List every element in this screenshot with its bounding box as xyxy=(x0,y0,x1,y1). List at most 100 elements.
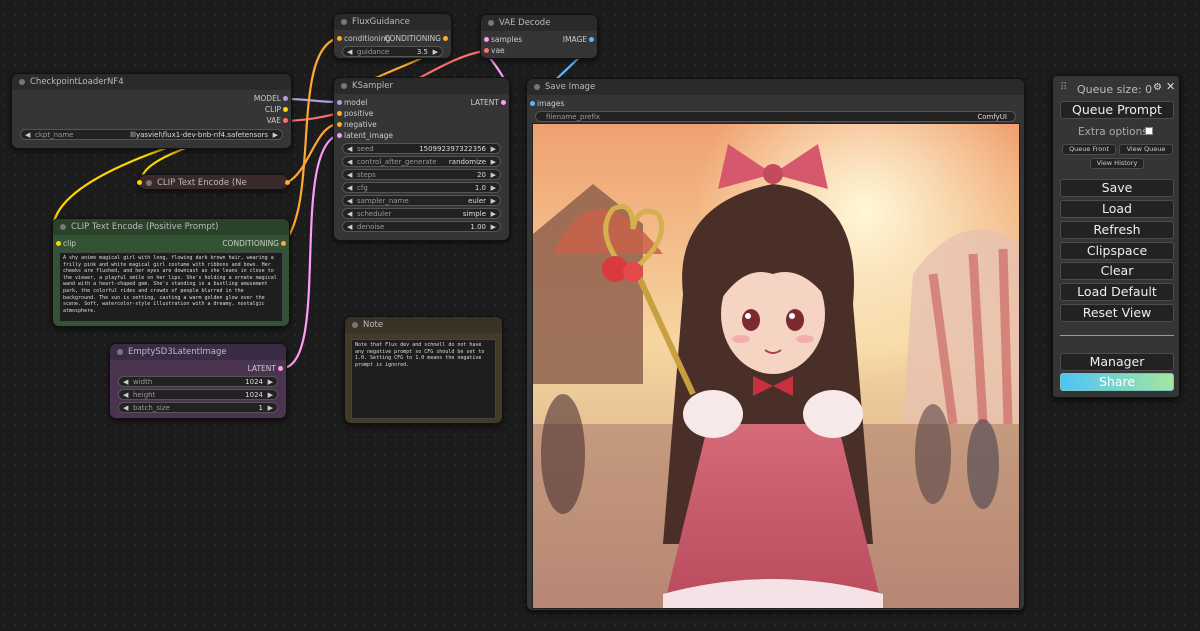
height-number-widget[interactable]: ◀ height 1024 ▶ xyxy=(118,389,278,400)
flux-guidance-node[interactable]: FluxGuidance conditioning CONDITIONING ◀… xyxy=(333,13,452,59)
conditioning-negative-output-pin[interactable] xyxy=(285,180,290,185)
images-io-row[interactable]: images xyxy=(527,98,1024,109)
collapse-dot-icon[interactable] xyxy=(341,83,347,89)
vae-decode-node[interactable]: VAE Decode samples IMAGE vae xyxy=(480,14,598,59)
node-title[interactable]: FluxGuidance xyxy=(334,14,451,30)
vae-output-pin[interactable] xyxy=(283,118,288,123)
decrement-arrow-icon[interactable]: ◀ xyxy=(347,170,352,179)
manager-button[interactable]: Manager xyxy=(1060,353,1174,371)
increment-arrow-icon[interactable]: ▶ xyxy=(268,390,273,399)
load-button[interactable]: Load xyxy=(1060,200,1174,218)
steps-widget[interactable]: ◀ steps 20 ▶ xyxy=(342,169,501,180)
increment-arrow-icon[interactable]: ▶ xyxy=(491,196,496,205)
clear-button[interactable]: Clear xyxy=(1060,262,1174,280)
filename-prefix-widget[interactable]: filename_prefix ComfyUI xyxy=(535,111,1016,122)
increment-arrow-icon[interactable]: ▶ xyxy=(491,157,496,166)
node-title[interactable]: VAE Decode xyxy=(481,15,597,31)
node-title[interactable]: Note xyxy=(345,317,502,333)
seed-widget[interactable]: ◀ seed 150992397322356 ▶ xyxy=(342,143,501,154)
decrement-arrow-icon[interactable]: ◀ xyxy=(123,390,128,399)
queue-front-button[interactable]: Queue Front xyxy=(1062,144,1116,155)
clip-text-encode-positive-node[interactable]: CLIP Text Encode (Positive Prompt) clip … xyxy=(52,218,290,327)
node-title[interactable]: CLIP Text Encode (Ne xyxy=(139,175,288,191)
conditioning-output-pin[interactable] xyxy=(443,36,448,41)
positive-prompt-textarea[interactable]: A shy anime magical girl with long, flow… xyxy=(59,252,283,322)
queue-prompt-button[interactable]: Queue Prompt xyxy=(1060,101,1174,119)
clip-io-row[interactable]: clip CONDITIONING xyxy=(53,238,289,249)
cfg-widget[interactable]: ◀ cfg 1.0 ▶ xyxy=(342,182,501,193)
output-model-row[interactable]: MODEL xyxy=(12,93,291,104)
increment-arrow-icon[interactable]: ▶ xyxy=(491,209,496,218)
queue-menu-panel[interactable]: ⠿ Queue size: 0 ⚙ ✕ Queue Prompt Extra o… xyxy=(1052,75,1180,398)
conditioning-output-pin[interactable] xyxy=(281,241,286,246)
decrement-arrow-icon[interactable]: ◀ xyxy=(347,222,352,231)
ckpt-name-combo[interactable]: ◀ ckpt_name lllyasviel\flux1-dev-bnb-nf4… xyxy=(20,129,283,140)
clip-input-pin[interactable] xyxy=(56,241,61,246)
increment-arrow-icon[interactable]: ▶ xyxy=(268,377,273,386)
share-button[interactable]: Share xyxy=(1060,373,1174,391)
increment-arrow-icon[interactable]: ▶ xyxy=(273,130,278,139)
latent-output-row[interactable]: LATENT xyxy=(110,363,286,374)
decrement-arrow-icon[interactable]: ◀ xyxy=(123,403,128,412)
node-title[interactable]: CLIP Text Encode (Positive Prompt) xyxy=(53,219,289,235)
view-queue-button[interactable]: View Queue xyxy=(1119,144,1173,155)
increment-arrow-icon[interactable]: ▶ xyxy=(433,47,438,56)
ksampler-node[interactable]: KSampler model LATENT positive negative … xyxy=(333,77,510,241)
save-image-node[interactable]: Save Image images filename_prefix ComfyU… xyxy=(526,78,1025,611)
vae-io-row[interactable]: vae xyxy=(481,45,597,56)
settings-gear-icon[interactable]: ⚙ xyxy=(1153,82,1162,93)
positive-input-pin[interactable] xyxy=(337,111,342,116)
latent-image-input-pin[interactable] xyxy=(337,133,342,138)
node-title[interactable]: Save Image xyxy=(527,79,1024,95)
batch-size-number-widget[interactable]: ◀ batch_size 1 ▶ xyxy=(118,402,278,413)
decrement-arrow-icon[interactable]: ◀ xyxy=(347,196,352,205)
images-input-pin[interactable] xyxy=(530,101,535,106)
conditioning-input-pin[interactable] xyxy=(337,36,342,41)
extra-options-checkbox[interactable] xyxy=(1145,127,1153,135)
sampler-name-widget[interactable]: ◀ sampler_name euler ▶ xyxy=(342,195,501,206)
clip-output-pin[interactable] xyxy=(283,107,288,112)
empty-sd3-latent-image-node[interactable]: EmptySD3LatentImage LATENT ◀ width 1024 ▶ ◀… xyxy=(109,343,287,419)
decrement-arrow-icon[interactable]: ◀ xyxy=(25,130,30,139)
note-textarea[interactable]: Note that Flux dev and schnell do not ha… xyxy=(351,339,496,419)
decrement-arrow-icon[interactable]: ◀ xyxy=(347,157,352,166)
control-after-generate-widget[interactable]: ◀ control_after_generate randomize ▶ xyxy=(342,156,501,167)
collapse-dot-icon[interactable] xyxy=(341,19,347,25)
clip-text-encode-negative-node[interactable]: CLIP Text Encode (Ne xyxy=(137,174,290,191)
conditioning-io-row[interactable]: conditioning CONDITIONING xyxy=(334,33,451,44)
vae-input-pin[interactable] xyxy=(484,48,489,53)
scheduler-widget[interactable]: ◀ scheduler simple ▶ xyxy=(342,208,501,219)
collapse-dot-icon[interactable] xyxy=(534,84,540,90)
samples-input-pin[interactable] xyxy=(484,37,489,42)
decrement-arrow-icon[interactable]: ◀ xyxy=(347,209,352,218)
reset-view-button[interactable]: Reset View xyxy=(1060,304,1174,322)
model-output-pin[interactable] xyxy=(283,96,288,101)
latent-output-pin[interactable] xyxy=(278,366,283,371)
collapse-dot-icon[interactable] xyxy=(352,322,358,328)
node-title[interactable]: EmptySD3LatentImage xyxy=(110,344,286,360)
node-title[interactable]: KSampler xyxy=(334,78,509,94)
output-vae-row[interactable]: VAE xyxy=(12,115,291,126)
load-default-button[interactable]: Load Default xyxy=(1060,283,1174,301)
latent-output-pin[interactable] xyxy=(501,100,506,105)
refresh-button[interactable]: Refresh xyxy=(1060,221,1174,239)
increment-arrow-icon[interactable]: ▶ xyxy=(491,144,496,153)
denoise-widget[interactable]: ◀ denoise 1.00 ▶ xyxy=(342,221,501,232)
clip-negative-input-pin[interactable] xyxy=(137,180,142,185)
width-number-widget[interactable]: ◀ width 1024 ▶ xyxy=(118,376,278,387)
model-io-row[interactable]: model LATENT xyxy=(334,97,509,108)
decrement-arrow-icon[interactable]: ◀ xyxy=(347,183,352,192)
generated-image-preview[interactable] xyxy=(532,123,1020,609)
save-button[interactable]: Save xyxy=(1060,179,1174,197)
view-history-button[interactable]: View History xyxy=(1090,158,1144,169)
latent-image-io-row[interactable]: latent_image xyxy=(334,130,509,141)
decrement-arrow-icon[interactable]: ◀ xyxy=(123,377,128,386)
close-icon[interactable]: ✕ xyxy=(1166,80,1175,93)
increment-arrow-icon[interactable]: ▶ xyxy=(268,403,273,412)
checkpoint-loader-node[interactable]: CheckpointLoaderNF4 MODEL CLIP VAE ◀ ckp… xyxy=(11,73,292,149)
collapse-dot-icon[interactable] xyxy=(19,79,25,85)
samples-io-row[interactable]: samples IMAGE xyxy=(481,34,597,45)
image-output-pin[interactable] xyxy=(589,37,594,42)
increment-arrow-icon[interactable]: ▶ xyxy=(491,183,496,192)
clipspace-button[interactable]: Clipspace xyxy=(1060,242,1174,260)
